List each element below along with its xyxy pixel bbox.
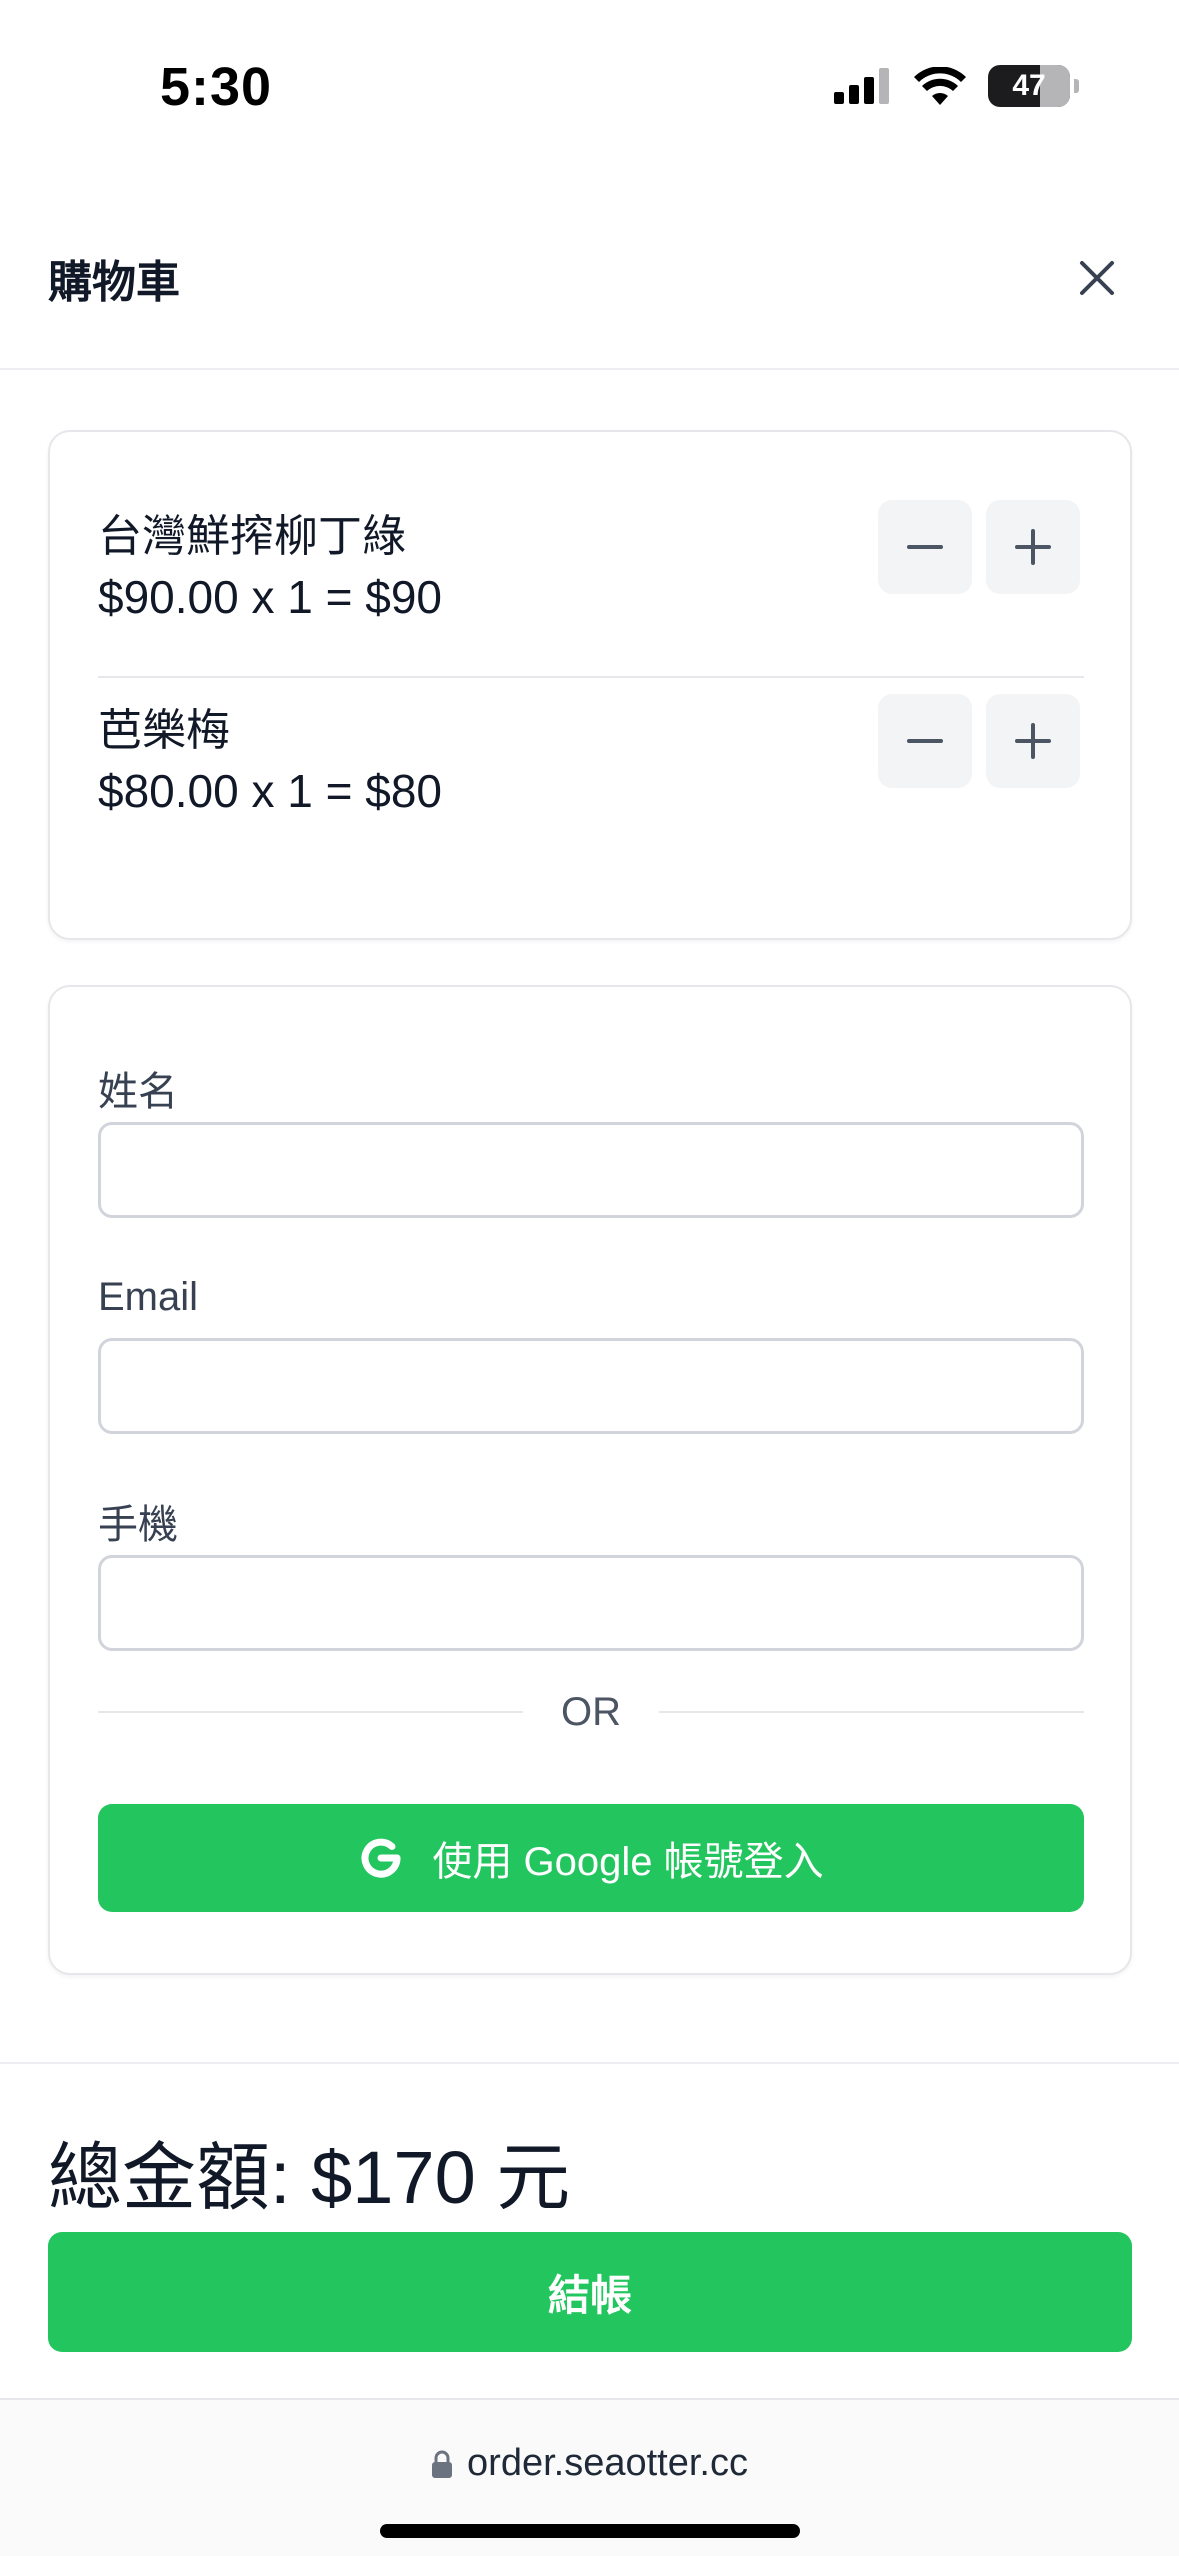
url-text: order.seaotter.cc [467,2442,748,2484]
increase-quantity-button[interactable] [986,500,1080,594]
plus-icon [1015,529,1051,565]
cart-item: 台灣鮮搾柳丁綠 $90.00 x 1 = $90 [98,500,1084,678]
status-time: 5:30 [160,57,273,117]
close-button[interactable] [1055,236,1139,320]
decrease-quantity-button[interactable] [878,694,972,788]
cart-item-price: $80.00 x 1 = $80 [98,765,443,817]
total-amount: 總金額: $170 元 [48,2136,571,2219]
wifi-icon [914,67,966,105]
increase-quantity-button[interactable] [986,694,1080,788]
url-row[interactable]: order.seaotter.cc [0,2442,1179,2485]
plus-icon [1015,723,1051,759]
battery-level: 47 [1012,69,1046,102]
customer-form-card: 姓名 Email 手機 OR 使用 Google 帳號登入 [48,985,1132,1975]
phone-input[interactable] [98,1555,1084,1651]
email-label: Email [98,1275,199,1319]
browser-address-bar[interactable]: order.seaotter.cc [0,2398,1179,2556]
name-label: 姓名 [98,1070,178,1114]
cart-item-name: 台灣鮮搾柳丁綠 [98,512,406,561]
name-input[interactable] [98,1122,1084,1218]
email-input[interactable] [98,1338,1084,1434]
battery-cap [1074,79,1079,93]
cart-item-name: 芭樂梅 [98,706,230,755]
checkout-button[interactable]: 結帳 [48,2232,1132,2352]
close-icon [1080,261,1114,295]
minus-icon [907,739,943,743]
phone-label: 手機 [98,1503,178,1547]
footer-divider [0,2062,1179,2064]
google-login-label: 使用 Google 帳號登入 [432,1840,824,1884]
divider-line [98,1711,523,1713]
cart-item: 芭樂梅 $80.00 x 1 = $80 [98,694,1084,872]
lock-icon [432,2450,453,2478]
page-title: 購物車 [48,258,180,307]
cart-item-price: $90.00 x 1 = $90 [98,571,443,623]
divider-line [659,1711,1084,1713]
or-text: OR [561,1689,621,1734]
google-login-button[interactable]: 使用 Google 帳號登入 [98,1804,1084,1912]
or-divider: OR [98,1687,1084,1737]
quantity-controls [878,500,1080,594]
cart-header: 購物車 [0,170,1179,370]
signal-icon [834,68,889,104]
status-bar: 5:30 47 [0,0,1179,170]
battery-icon: 47 [988,65,1070,107]
cart-items-card: 台灣鮮搾柳丁綠 $90.00 x 1 = $90 芭樂梅 $80.00 x 1 … [48,430,1132,940]
quantity-controls [878,694,1080,788]
minus-icon [907,545,943,549]
status-icons: 47 [834,62,1079,110]
decrease-quantity-button[interactable] [878,500,972,594]
google-icon [361,1838,401,1878]
page: 5:30 47 購物車 台灣鮮搾柳丁綠 $90.00 x 1 = $90 芭樂梅… [0,0,1179,2556]
home-indicator [380,2524,800,2538]
